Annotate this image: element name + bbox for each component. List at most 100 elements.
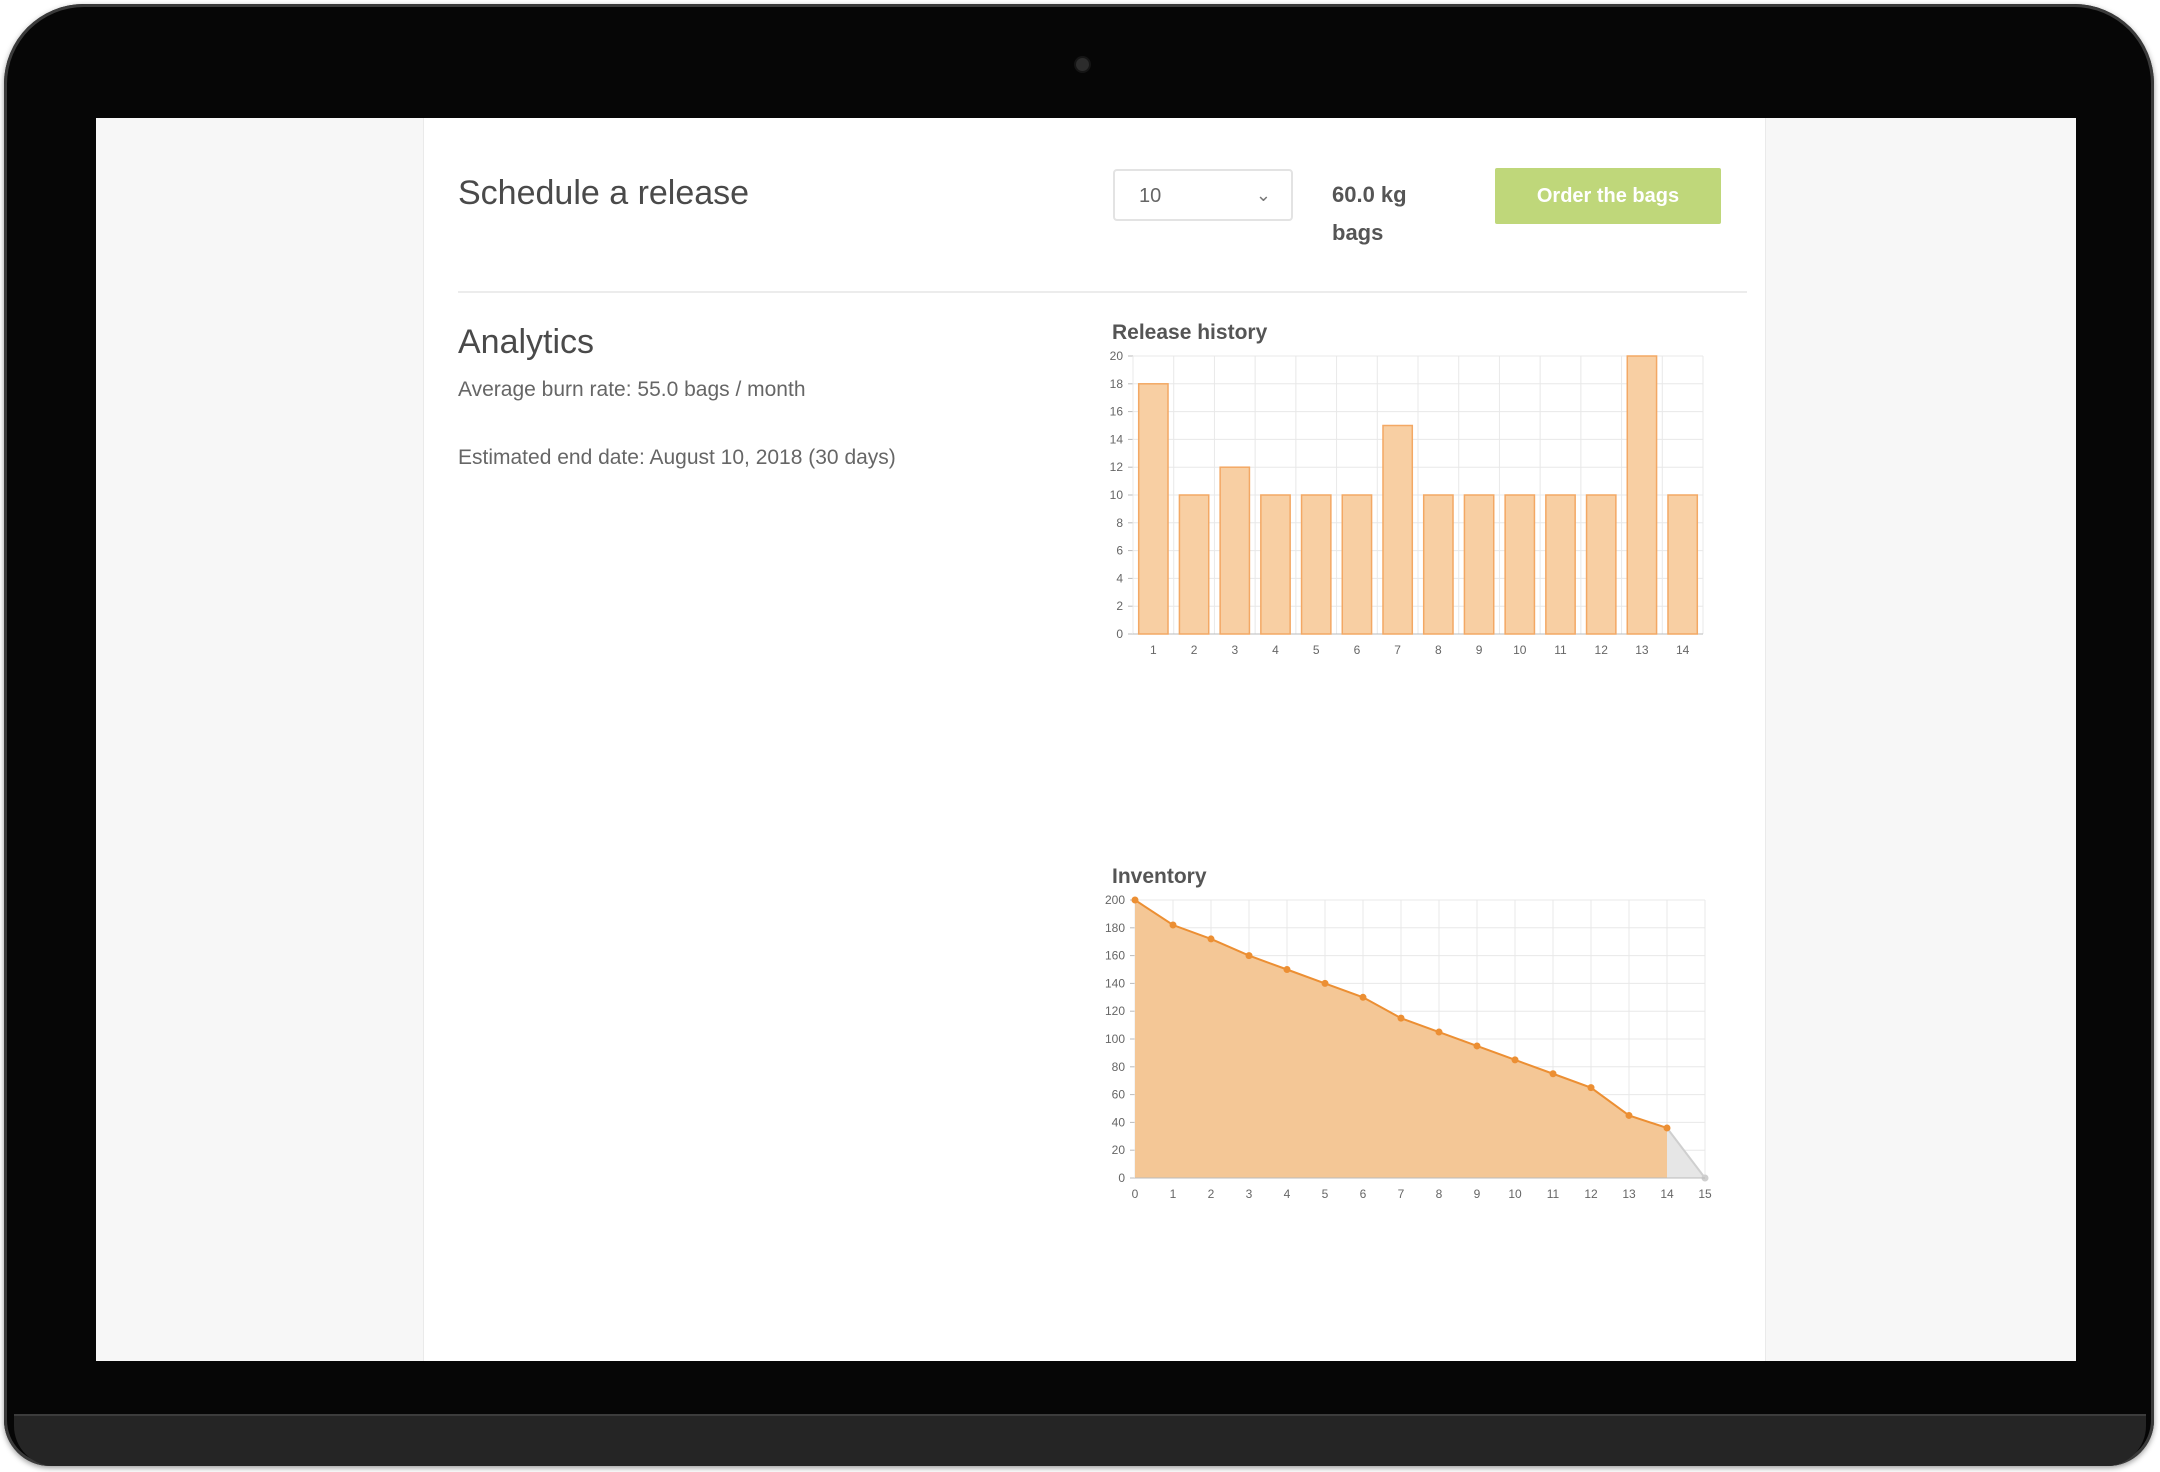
inventory-point [1131,896,1139,904]
x-tick-label: 2 [1191,643,1198,657]
bar [1585,494,1617,635]
x-tick-label: 11 [1547,1187,1560,1201]
quantity-select[interactable]: 10 ⌄ [1113,169,1293,221]
x-tick-label: 15 [1698,1187,1712,1201]
y-tick-label: 4 [1116,571,1123,585]
inventory-point [1473,1042,1481,1050]
unit-label: 60.0 kg bags [1332,182,1407,245]
y-tick-label: 140 [1105,976,1125,990]
bar [1463,494,1495,635]
y-tick-label: 180 [1105,921,1125,935]
y-tick-label: 18 [1110,377,1124,391]
y-tick-label: 80 [1112,1060,1126,1074]
inventory-point [1511,1056,1519,1064]
screen: Schedule a release 10 ⌄ 60.0 kg bags Ord… [96,118,2076,1361]
bar [1545,494,1576,635]
schedule-title: Schedule a release [458,174,750,212]
y-tick-label: 60 [1112,1088,1126,1102]
release-history-title: Release history [1112,321,1268,344]
y-tick-label: 40 [1112,1115,1126,1129]
inventory-point [1245,952,1253,960]
bar [1219,466,1251,635]
x-tick-label: 8 [1435,643,1442,657]
inventory-point [1625,1111,1633,1119]
y-tick-label: 12 [1110,460,1124,474]
x-tick-label: 6 [1354,643,1361,657]
y-tick-label: 6 [1116,544,1123,558]
y-tick-label: 16 [1110,405,1124,419]
x-tick-label: 6 [1360,1187,1367,1201]
inventory-point [1397,1014,1405,1022]
inventory-point [1169,921,1177,929]
x-tick-label: 1 [1170,1187,1177,1201]
y-tick-label: 8 [1116,516,1123,530]
camera-icon [1076,58,1089,71]
y-tick-label: 0 [1118,1171,1125,1185]
x-tick-label: 7 [1398,1187,1405,1201]
x-tick-label: 5 [1313,643,1320,657]
x-tick-label: 4 [1272,643,1279,657]
x-tick-label: 12 [1584,1187,1598,1201]
release-history-chart: 024681012141618201 2 3 4 5 6 7 8 9 10 11 12 13 14 [1110,349,1704,657]
y-tick-label: 20 [1112,1143,1126,1157]
inventory-point [1207,935,1215,943]
y-tick-label: 2 [1116,599,1123,613]
bar [1137,383,1169,635]
bar [1178,494,1210,635]
bar [1382,424,1414,635]
bar [1504,494,1536,635]
x-tick-label: 13 [1635,643,1649,657]
x-tick-label: 10 [1508,1187,1522,1201]
quantity-value: 10 [1139,185,1162,207]
x-tick-label: 7 [1394,643,1401,657]
y-tick-label: 100 [1105,1032,1125,1046]
end-date-text: Estimated end date: August 10, 2018 (30 … [458,446,896,469]
x-tick-label: 5 [1322,1187,1329,1201]
x-tick-label: 14 [1676,643,1690,657]
inventory-title: Inventory [1112,865,1207,888]
inventory-point [1663,1124,1671,1132]
inventory-chart: 0204060801001201401601802000 1 2 3 4 5 6 7 8 9 10 1… [1105,893,1712,1201]
y-tick-label: 10 [1110,488,1124,502]
y-tick-label: 120 [1105,1004,1125,1018]
x-tick-label: 14 [1660,1187,1674,1201]
inventory-point [1587,1084,1595,1092]
chevron-down-icon: ⌄ [1255,185,1271,205]
x-tick-label: 13 [1622,1187,1636,1201]
bar [1667,494,1699,635]
y-tick-label: 14 [1110,432,1124,446]
inventory-point [1283,966,1291,973]
y-tick-label: 20 [1110,349,1124,363]
x-tick-label: 2 [1208,1187,1215,1201]
x-tick-label: 9 [1476,643,1483,657]
y-tick-label: 200 [1105,893,1125,907]
content-panel: Schedule a release 10 ⌄ 60.0 kg bags Ord… [423,118,1766,1361]
x-tick-label: 0 [1132,1187,1139,1201]
x-tick-label: 9 [1474,1187,1481,1201]
bar [1341,494,1373,635]
bar [1422,494,1454,635]
laptop-base [14,1414,2146,1466]
x-tick-label: 3 [1246,1187,1253,1201]
x-tick-label: 1 [1150,643,1157,657]
bar [1626,355,1658,635]
divider [458,291,1747,293]
inventory-point [1549,1070,1557,1078]
order-bags-button[interactable]: Order the bags [1495,168,1721,224]
x-tick-label: 3 [1231,643,1238,657]
inventory-point [1359,993,1367,1001]
y-tick-label: 0 [1116,627,1123,641]
laptop-frame: Schedule a release 10 ⌄ 60.0 kg bags Ord… [0,0,2160,1472]
inventory-point [1321,979,1329,987]
bar [1260,494,1291,635]
x-tick-label: 11 [1554,643,1567,657]
x-tick-label: 4 [1284,1187,1291,1201]
burn-rate-text: Average burn rate: 55.0 bags / month [458,378,806,401]
bar [1300,494,1332,635]
x-tick-label: 8 [1436,1187,1443,1201]
x-tick-label: 12 [1595,643,1609,657]
analytics-title: Analytics [458,323,595,361]
x-tick-label: 10 [1513,643,1527,657]
y-tick-label: 160 [1105,949,1125,963]
inventory-point [1435,1028,1443,1036]
